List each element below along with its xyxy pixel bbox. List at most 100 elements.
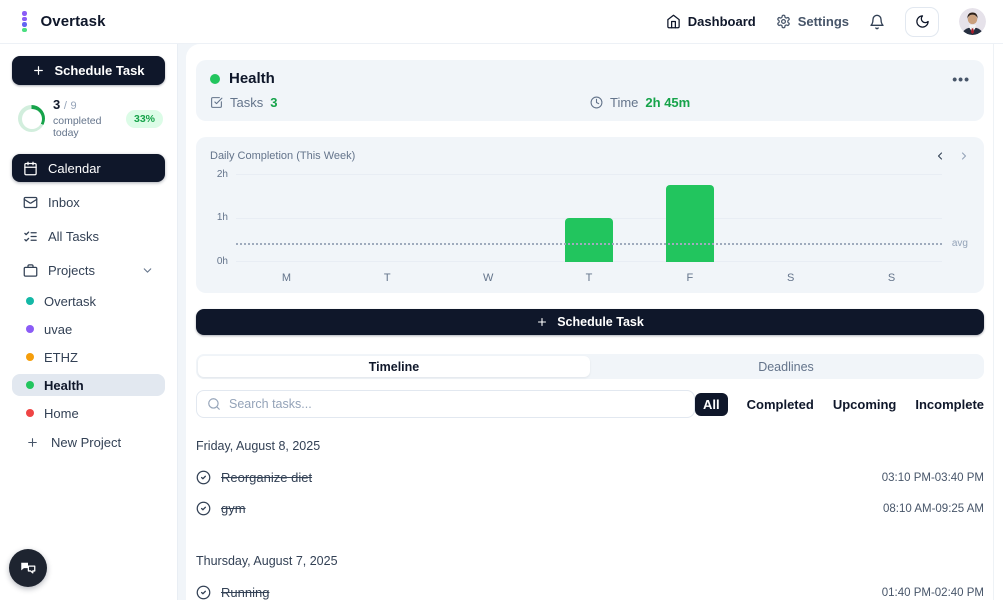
briefcase-icon (23, 263, 38, 277)
task-row[interactable]: Reorganize diet 03:10 PM-03:40 PM (196, 462, 984, 493)
project-color-dot (26, 325, 34, 334)
tasks-count: 3 (270, 95, 278, 110)
task-list: Friday, August 8, 2025 Reorganize diet 0… (196, 439, 984, 600)
search-input[interactable] (229, 397, 685, 411)
sidebar: Schedule Task 3 / 9 completed today 33% … (0, 44, 178, 600)
avatar[interactable] (959, 8, 986, 35)
sidebar-project-health[interactable]: Health (12, 374, 165, 397)
clock-icon (590, 96, 603, 109)
filter-completed[interactable]: Completed (747, 397, 814, 412)
home-icon (667, 14, 680, 29)
chart-column (438, 174, 539, 262)
chart-day-labels: MTWTFSS (236, 272, 942, 284)
checklist-icon (24, 231, 37, 242)
notifications-button[interactable] (869, 14, 885, 30)
chart-day-label: S (887, 272, 896, 284)
plus-icon (28, 437, 37, 447)
project-color-dot (26, 409, 34, 418)
sidebar-project-overtask[interactable]: Overtask (12, 290, 165, 312)
sidebar-project-uvae[interactable]: uvae (12, 318, 165, 340)
total-count: 9 (70, 100, 77, 112)
chart-column (539, 174, 640, 262)
sidebar-project-ethz[interactable]: ETHZ (12, 346, 165, 368)
chevron-down-icon (143, 267, 152, 273)
task-time: 08:10 AM-09:25 AM (882, 502, 984, 515)
chart-column (841, 174, 942, 262)
project-label: uvae (44, 321, 73, 337)
project-header-card: Health ••• Tasks 3 Time 2h 45m (196, 60, 984, 121)
sidebar-nav: Calendar Inbox All Tasks Projects Overta… (12, 154, 165, 454)
date-group-header: Friday, August 8, 2025 (196, 439, 321, 453)
time-value: 2h 45m (645, 95, 691, 110)
app-title: Overtask (40, 13, 106, 30)
chart-day-label: T (383, 272, 391, 284)
search-filter-row: All Completed Upcoming Incomplete (196, 390, 984, 418)
check-circle-icon[interactable] (196, 501, 211, 516)
sidebar-item-projects[interactable]: Projects (12, 256, 165, 284)
completed-count: 3 (53, 97, 61, 112)
project-color-dot (26, 353, 34, 362)
daily-progress: 3 / 9 completed today 33% (18, 97, 163, 139)
project-list: Overtask uvae ETHZ Health Home New Proje… (12, 290, 165, 454)
filter-incomplete[interactable]: Incomplete (915, 397, 984, 412)
plus-icon (538, 317, 547, 327)
tab-timeline[interactable]: Timeline (198, 356, 590, 377)
filter-upcoming[interactable]: Upcoming (833, 397, 897, 412)
overtask-logo-icon (22, 11, 27, 32)
nav-dashboard-label: Dashboard (687, 14, 756, 29)
task-filters: All Completed Upcoming Incomplete (695, 392, 984, 416)
sidebar-item-label: Calendar (48, 160, 101, 176)
nav-dashboard[interactable]: Dashboard (666, 14, 756, 29)
scrollbar-gutter[interactable] (993, 44, 1003, 600)
new-project-button[interactable]: New Project (12, 430, 165, 454)
chart-day-label: F (686, 272, 694, 284)
project-menu-button[interactable]: ••• (952, 72, 970, 86)
task-row[interactable]: Running 01:40 PM-02:40 PM (196, 577, 984, 600)
average-line: avg (236, 238, 968, 249)
progress-ring (18, 105, 45, 133)
sidebar-item-inbox[interactable]: Inbox (12, 188, 165, 216)
project-label: Overtask (44, 293, 97, 309)
task-title: Reorganize diet (221, 470, 313, 485)
check-circle-icon[interactable] (196, 470, 211, 485)
y-tick: 1h (216, 212, 228, 223)
schedule-task-label: Schedule Task (54, 63, 145, 78)
tasks-label: Tasks (230, 95, 264, 110)
project-label: ETHZ (44, 349, 78, 365)
chart-column (639, 174, 740, 262)
search-box[interactable] (196, 390, 696, 418)
filter-all[interactable]: All (695, 392, 728, 416)
header-nav: Dashboard Settings (666, 6, 986, 37)
moon-icon (915, 15, 929, 28)
sidebar-item-label: Inbox (48, 194, 80, 210)
nav-settings[interactable]: Settings (776, 14, 849, 29)
theme-toggle-button[interactable] (905, 6, 939, 37)
chart-column (740, 174, 841, 262)
task-row[interactable]: gym 08:10 AM-09:25 AM (196, 493, 984, 524)
schedule-task-button[interactable]: Schedule Task (12, 56, 165, 85)
chevron-right-icon (961, 152, 967, 160)
chart-bar[interactable] (665, 185, 714, 262)
sidebar-item-calendar[interactable]: Calendar (12, 154, 165, 183)
chart-next-button[interactable] (958, 150, 970, 162)
square-check-icon (211, 97, 223, 108)
inbox-icon (23, 196, 38, 208)
chat-widget-button[interactable] (9, 549, 47, 587)
sidebar-project-home[interactable]: Home (12, 402, 165, 424)
sidebar-item-label: Projects (48, 262, 95, 278)
chart-column (337, 174, 438, 262)
check-circle-icon[interactable] (196, 585, 211, 600)
project-color-dot (26, 297, 34, 306)
tab-deadlines[interactable]: Deadlines (590, 356, 982, 377)
chart-day-label: S (787, 272, 795, 284)
chart-bar[interactable] (565, 218, 613, 262)
gear-icon (776, 14, 790, 29)
bell-icon (870, 14, 884, 29)
task-title: gym (221, 501, 246, 516)
task-time: 01:40 PM-02:40 PM (881, 586, 984, 599)
chart-day-label: W (482, 272, 494, 284)
new-project-label: New Project (51, 434, 122, 450)
chart-prev-button[interactable] (934, 150, 946, 162)
sidebar-item-all-tasks[interactable]: All Tasks (12, 222, 165, 250)
schedule-task-button-main[interactable]: Schedule Task (196, 309, 984, 335)
